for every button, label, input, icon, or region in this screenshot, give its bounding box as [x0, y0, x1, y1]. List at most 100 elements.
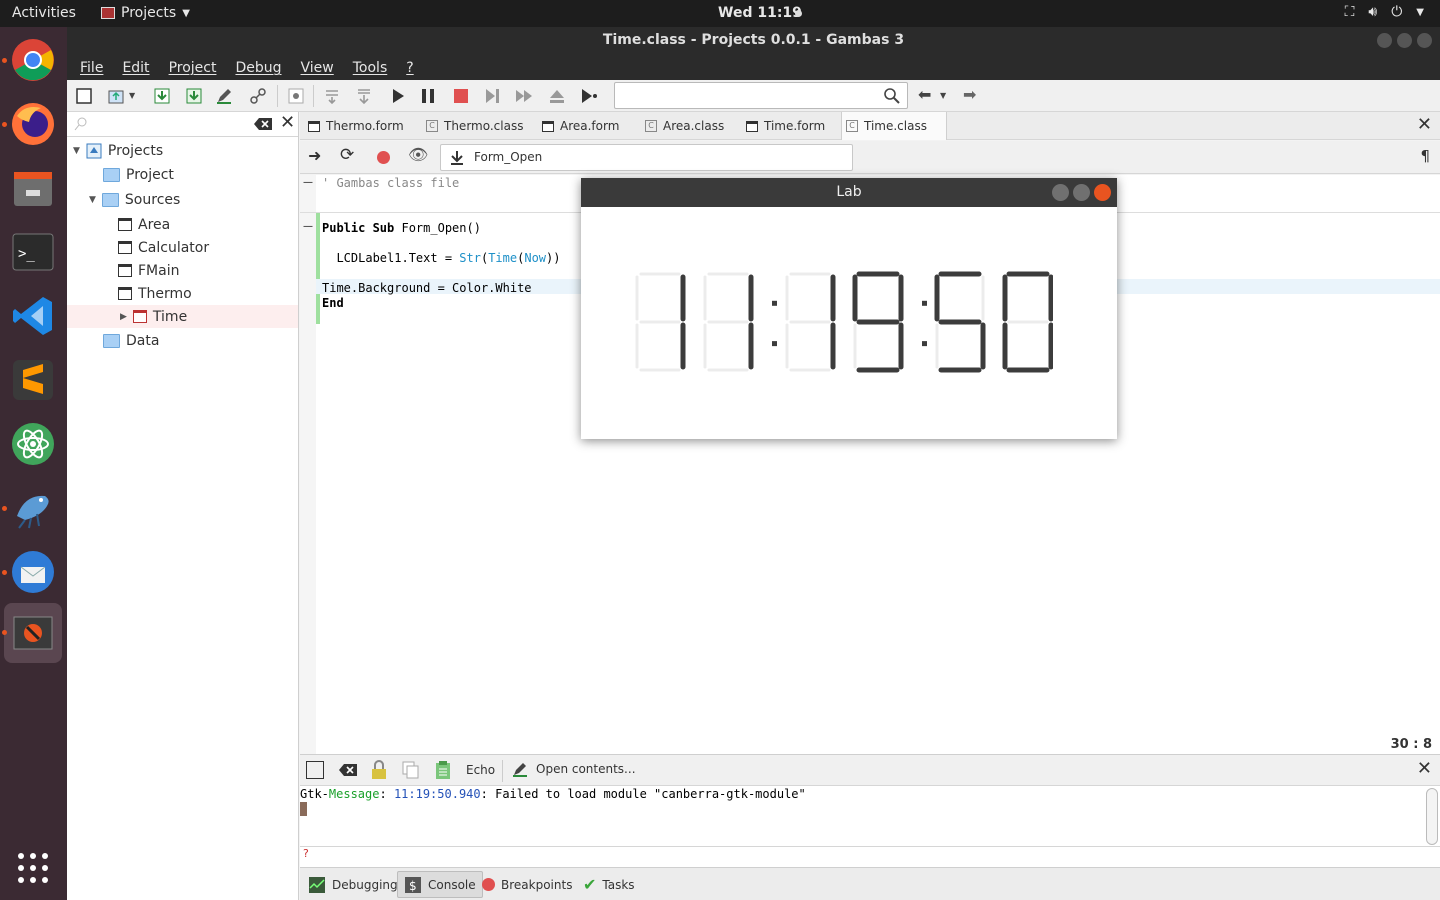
menu-tools[interactable]: Tools: [353, 54, 388, 80]
tree-data[interactable]: Data: [103, 329, 159, 352]
close-button[interactable]: [1417, 33, 1432, 48]
tab-area-form[interactable]: Area.form: [538, 112, 619, 140]
new-window-icon[interactable]: [306, 761, 324, 779]
run-to-cursor-icon[interactable]: [580, 87, 598, 105]
tab-thermo-class[interactable]: C Thermo.class: [422, 112, 523, 140]
search-icon[interactable]: [883, 87, 901, 105]
new-project-icon[interactable]: [75, 87, 93, 105]
atom-icon[interactable]: [8, 419, 58, 469]
open-contents-button[interactable]: Open contents...: [512, 761, 636, 777]
lab-titlebar[interactable]: Lab: [581, 178, 1117, 207]
expand-arrow-icon[interactable]: ▼: [89, 195, 96, 205]
edit-icon[interactable]: [215, 87, 233, 105]
import-icon[interactable]: [153, 87, 171, 105]
toolbar-separator: [277, 85, 278, 107]
stop-icon[interactable]: [452, 87, 470, 105]
open-project-icon[interactable]: [107, 87, 125, 105]
breakpoint-icon[interactable]: [377, 151, 390, 164]
tab-debugging[interactable]: Debugging: [302, 871, 404, 898]
close-icon[interactable]: ✕: [280, 112, 295, 133]
lock-icon[interactable]: [370, 760, 388, 780]
menu-help[interactable]: ?: [406, 54, 413, 80]
tab-time-class[interactable]: C Time.class: [841, 112, 947, 140]
app-grid-icon[interactable]: [8, 843, 58, 893]
tree-item-time[interactable]: ▶ Time: [67, 305, 298, 328]
terminal-icon[interactable]: >_: [8, 227, 58, 277]
tree-projects[interactable]: ▼ Projects: [73, 139, 163, 162]
forward-icon[interactable]: [515, 87, 533, 105]
thunderbird-icon[interactable]: [8, 547, 58, 597]
console-scrollbar[interactable]: [1426, 788, 1438, 845]
search-input[interactable]: [614, 82, 908, 109]
app-menu[interactable]: Projects ▼: [101, 5, 190, 21]
chrome-icon[interactable]: [8, 35, 58, 85]
console-command-input[interactable]: ?: [300, 846, 1440, 867]
settings-icon[interactable]: [287, 87, 305, 105]
system-window-icon[interactable]: [4, 603, 62, 663]
activities-button[interactable]: Activities: [12, 5, 76, 21]
echo-toggle[interactable]: Echo: [466, 763, 495, 777]
maximize-button[interactable]: [1397, 33, 1412, 48]
clear-icon[interactable]: [338, 763, 358, 777]
tree-sources[interactable]: ▼ Sources: [89, 188, 180, 211]
properties-icon[interactable]: [249, 87, 267, 105]
clear-icon[interactable]: [253, 117, 273, 131]
save-icon[interactable]: [185, 87, 203, 105]
run-icon[interactable]: [389, 87, 407, 105]
expand-arrow-icon[interactable]: ▶: [120, 312, 127, 322]
pilcrow-icon[interactable]: ¶: [1420, 147, 1430, 165]
tree-item-area[interactable]: Area: [118, 213, 170, 236]
close-icon[interactable]: ✕: [1417, 114, 1432, 135]
gambas-icon[interactable]: [8, 483, 58, 533]
compile-icon[interactable]: [323, 87, 341, 105]
close-icon[interactable]: ✕: [1417, 758, 1432, 779]
tab-breakpoints[interactable]: Breakpoints: [476, 871, 578, 898]
minimize-button[interactable]: [1052, 184, 1069, 201]
step-icon[interactable]: [483, 87, 501, 105]
back-arrow-icon[interactable]: ⬅: [918, 85, 936, 104]
fold-marker[interactable]: —: [303, 177, 313, 188]
close-button[interactable]: [1094, 184, 1111, 201]
menu-file[interactable]: File: [80, 54, 103, 80]
chevron-down-icon[interactable]: ▼: [129, 91, 147, 109]
tree-item-fmain[interactable]: FMain: [118, 259, 179, 282]
procedure-select[interactable]: Form_Open: [440, 144, 853, 171]
expand-arrow-icon[interactable]: ▼: [73, 146, 80, 156]
menu-edit[interactable]: Edit: [122, 54, 149, 80]
pause-icon[interactable]: [419, 87, 437, 105]
window-titlebar[interactable]: Time.class - Projects 0.0.1 - Gambas 3: [67, 27, 1440, 54]
chevron-down-icon[interactable]: ▼: [940, 91, 958, 109]
files-icon[interactable]: [8, 163, 58, 213]
copy-icon[interactable]: [402, 761, 420, 779]
compile-all-icon[interactable]: [355, 87, 373, 105]
eject-icon[interactable]: [548, 87, 566, 105]
tab-console[interactable]: $ Console: [397, 871, 483, 898]
console-output[interactable]: Gtk-Message: 11:19:50.940: Failed to loa…: [300, 786, 1440, 846]
menu-debug[interactable]: Debug: [235, 54, 281, 80]
maximize-button[interactable]: [1073, 184, 1090, 201]
forward-arrow-icon[interactable]: ➡: [963, 85, 981, 104]
goto-arrow-icon[interactable]: ➜: [308, 146, 321, 165]
tree-search[interactable]: ✕: [67, 112, 298, 137]
clock[interactable]: Wed 11:19: [718, 5, 802, 21]
tree-item-thermo[interactable]: Thermo: [118, 282, 192, 305]
sublime-icon[interactable]: [8, 355, 58, 405]
tab-tasks[interactable]: ✔ Tasks: [577, 871, 641, 898]
minimize-button[interactable]: [1377, 33, 1392, 48]
tab-time-form[interactable]: Time.form: [742, 112, 825, 140]
form-icon: [308, 120, 320, 132]
tree-project[interactable]: Project: [103, 163, 174, 186]
tree-item-calculator[interactable]: Calculator: [118, 236, 209, 259]
refresh-icon[interactable]: ⟳: [340, 145, 354, 165]
watch-eye-icon[interactable]: 👁︎: [408, 145, 428, 164]
firefox-icon[interactable]: [8, 99, 58, 149]
fold-marker[interactable]: —: [303, 221, 313, 232]
menu-project[interactable]: Project: [169, 54, 217, 80]
tab-area-class[interactable]: C Area.class: [641, 112, 724, 140]
menu-view[interactable]: View: [301, 54, 334, 80]
vscode-icon[interactable]: [8, 291, 58, 341]
tab-thermo-form[interactable]: Thermo.form: [304, 112, 404, 140]
clipboard-icon[interactable]: [434, 760, 452, 780]
bottom-tabs: Debugging $ Console Breakpoints ✔ Tasks: [300, 867, 1440, 900]
system-tray[interactable]: ⛶ 🔊︎ ⏻ ▼: [1345, 4, 1424, 20]
